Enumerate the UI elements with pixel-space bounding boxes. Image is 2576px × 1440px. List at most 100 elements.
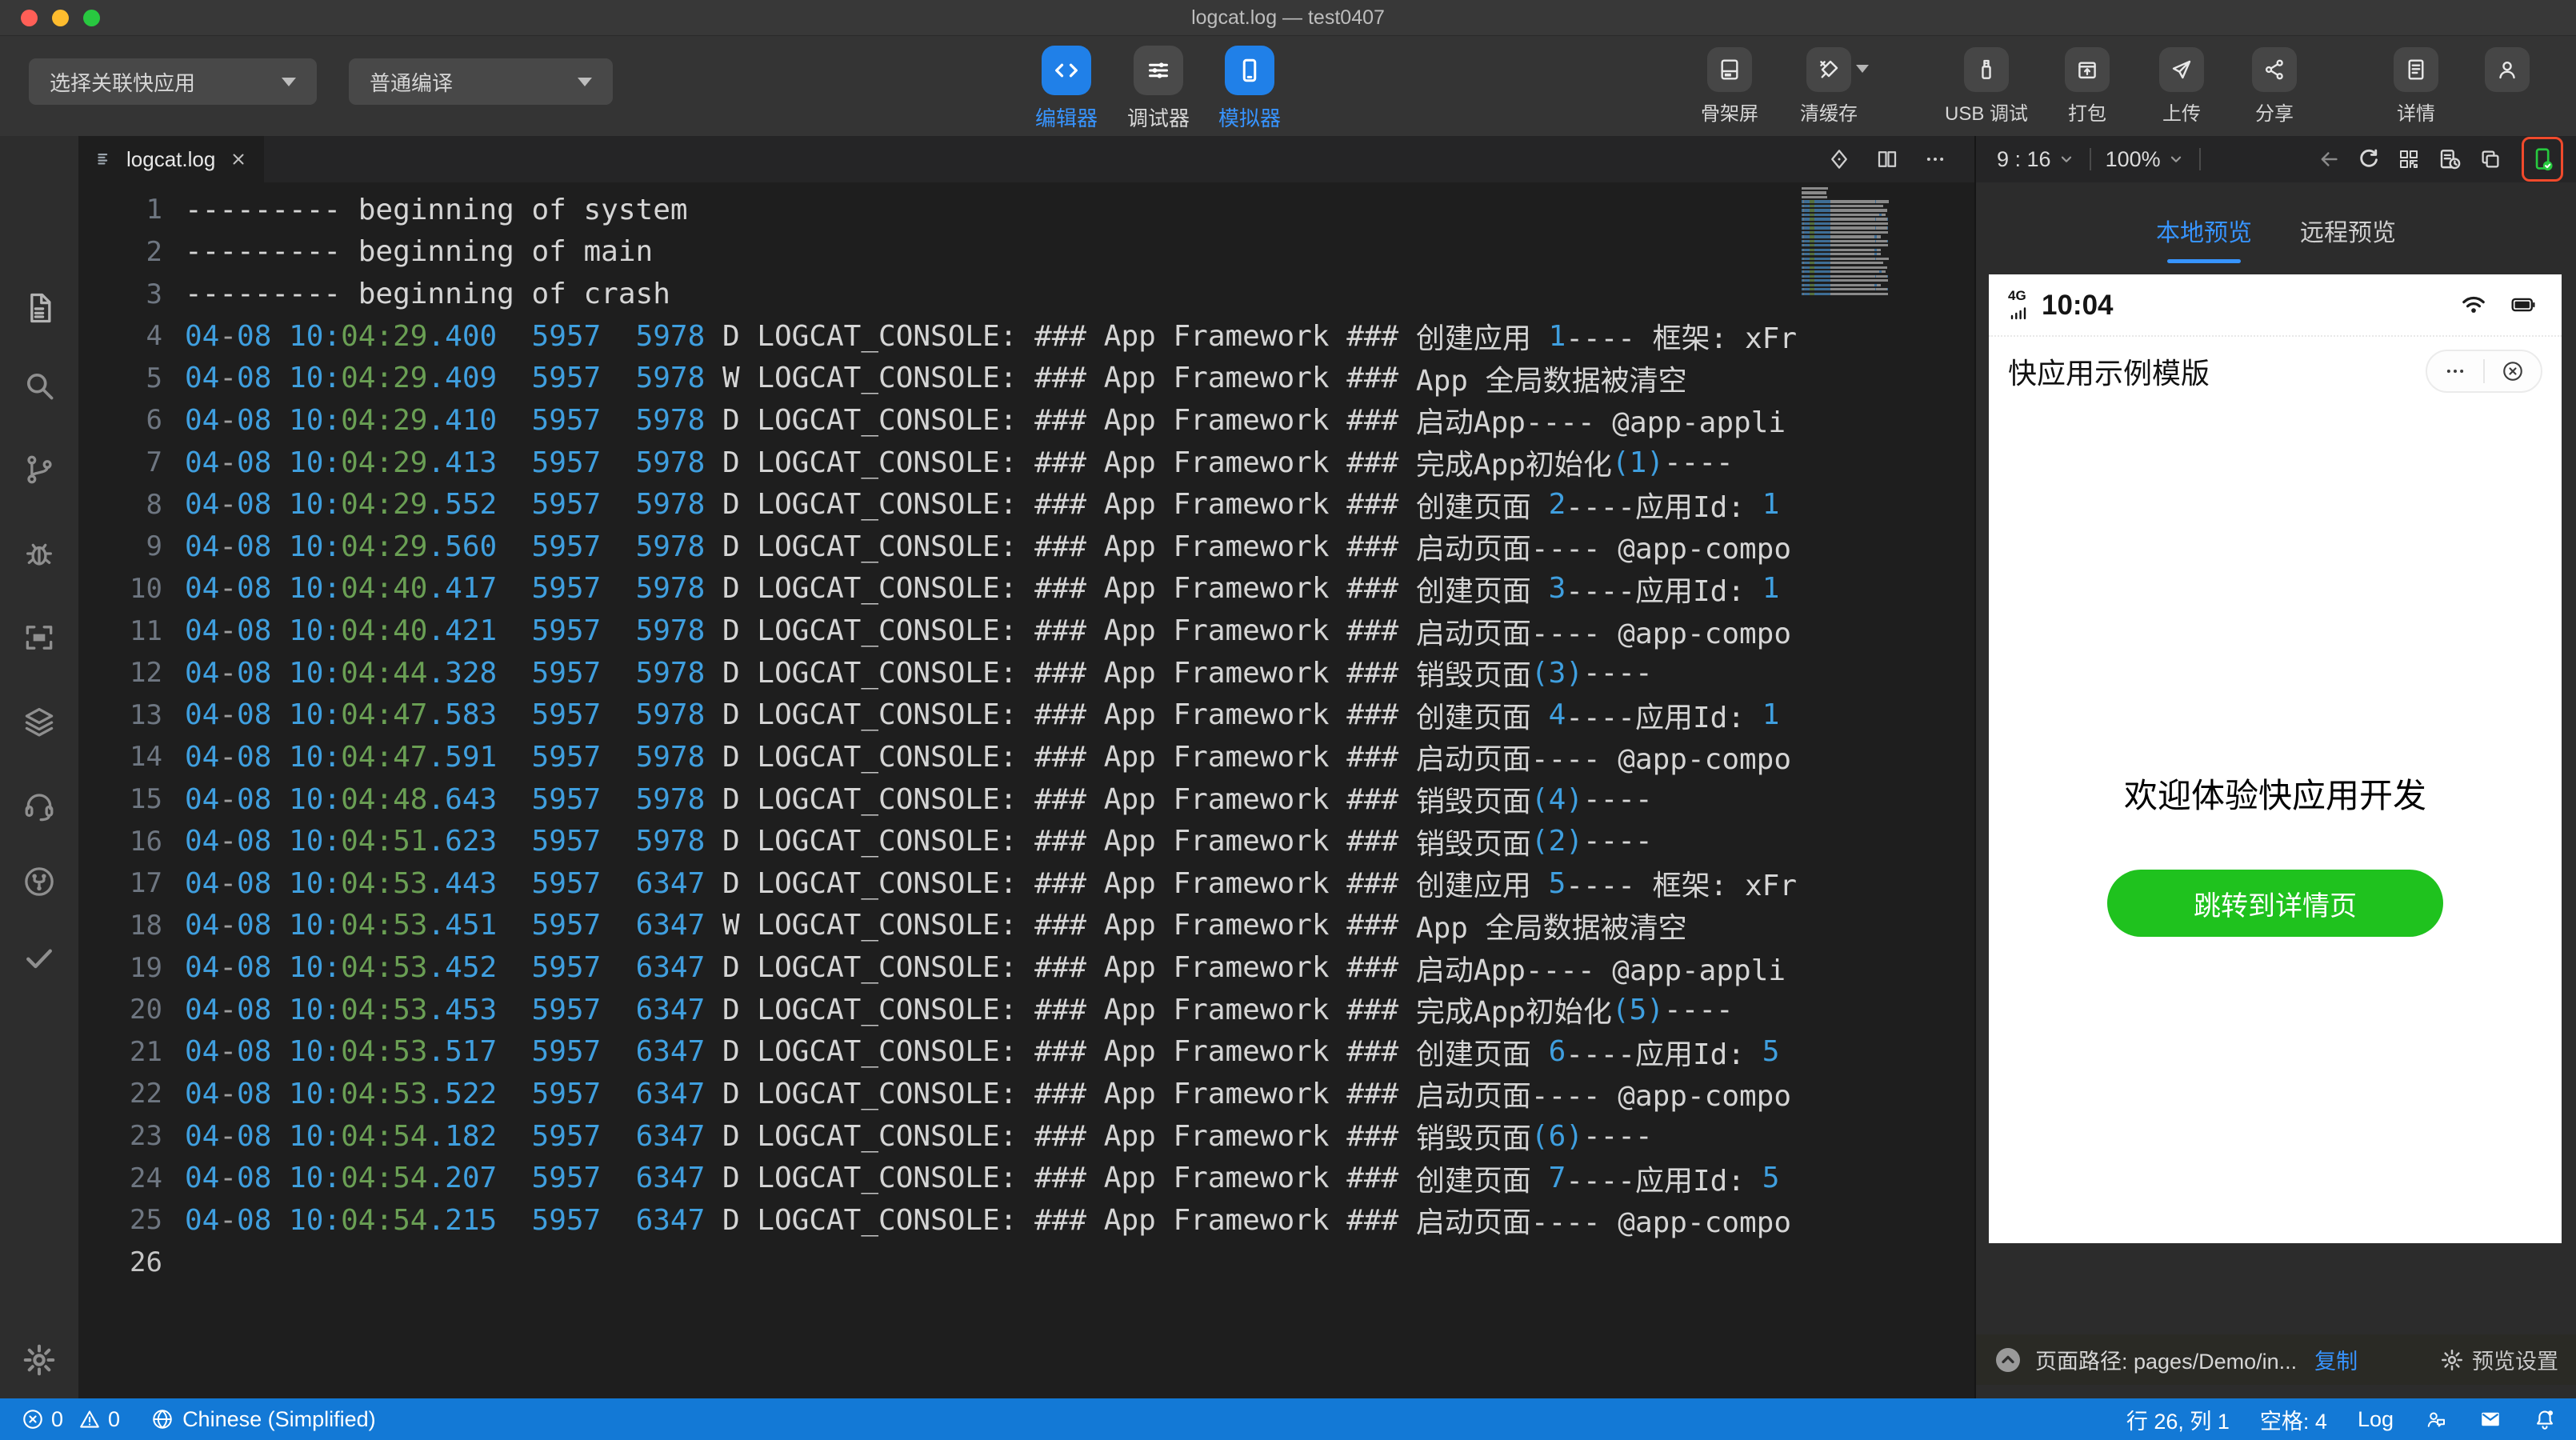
log-line-1[interactable]: 1 --------- beginning of system bbox=[78, 189, 1974, 231]
tab-label: logcat.log bbox=[126, 146, 216, 171]
dropdown-caret-icon bbox=[578, 77, 592, 86]
preview-header-icons bbox=[2317, 137, 2563, 182]
log-line-22[interactable]: 22 04-08 10: 04:53.522 5957 6347 D LOGCAT_… bbox=[78, 1073, 1974, 1115]
battery-icon bbox=[2504, 291, 2542, 318]
minimap-line bbox=[1802, 226, 1974, 230]
welcome-text: 欢迎体验快应用开发 bbox=[2123, 777, 2426, 814]
line-number: 13 bbox=[130, 698, 162, 731]
log-line-8[interactable]: 8 04-08 10: 04:29.552 5957 5978 D LOGCAT_C… bbox=[78, 483, 1974, 526]
mode-editor-button[interactable]: 编辑器 bbox=[1014, 46, 1118, 132]
log-line-2[interactable]: 2 --------- beginning of main bbox=[78, 231, 1974, 274]
expand-path-icon[interactable] bbox=[1994, 1346, 2022, 1374]
spellcheck-language[interactable]: Chinese (Simplified) bbox=[150, 1407, 376, 1432]
activity-bar-item-debug[interactable] bbox=[22, 536, 57, 571]
log-line-10[interactable]: 10 04-08 10: 04:40.417 5957 5978 D LOGCAT_… bbox=[78, 568, 1974, 610]
aspect-ratio-select[interactable]: 9 : 16 bbox=[1997, 147, 2075, 172]
app-close-button[interactable] bbox=[2485, 359, 2541, 383]
refresh-icon[interactable] bbox=[2357, 147, 2381, 171]
more-actions-icon[interactable] bbox=[1923, 147, 1947, 171]
feedback-icon[interactable] bbox=[2424, 1407, 2448, 1431]
mail-icon[interactable] bbox=[2478, 1407, 2502, 1431]
cursor-position[interactable]: 行 26, 列 1 bbox=[2126, 1404, 2230, 1435]
activity-bar-item-screenshot[interactable] bbox=[22, 620, 57, 655]
notifications-icon[interactable] bbox=[2533, 1407, 2557, 1431]
log-line-12[interactable]: 12 04-08 10: 04:44.328 5957 5978 D LOGCAT_… bbox=[78, 652, 1974, 694]
toolbar-action-account[interactable] bbox=[2447, 47, 2567, 92]
log-line-17[interactable]: 17 04-08 10: 04:53.443 5957 6347 D LOGCAT_… bbox=[78, 862, 1974, 905]
activity-bar-item-source-control[interactable] bbox=[22, 452, 57, 487]
ide-window: logcat.log — test0407 选择关联快应用 普通编译 编辑器 调… bbox=[0, 0, 2576, 1440]
compile-mode-label: 普通编译 bbox=[370, 70, 454, 95]
minimap[interactable] bbox=[1802, 182, 1974, 1398]
log-line-9[interactable]: 9 04-08 10: 04:29.560 5957 5978 D LOGCAT_C… bbox=[78, 526, 1974, 568]
mode-simulator-button[interactable]: 模拟器 bbox=[1198, 46, 1302, 132]
log-line-3[interactable]: 3 --------- beginning of crash bbox=[78, 273, 1974, 315]
package-icon bbox=[2074, 57, 2100, 82]
mode-debugger-button[interactable]: 调试器 bbox=[1106, 46, 1210, 132]
split-editor-icon[interactable] bbox=[1875, 147, 1899, 171]
activity-bar-item-support[interactable] bbox=[22, 788, 57, 823]
log-line-11[interactable]: 11 04-08 10: 04:40.421 5957 5978 D LOGCAT_… bbox=[78, 610, 1974, 652]
log-line-13[interactable]: 13 04-08 10: 04:47.583 5957 5978 D LOGCAT_… bbox=[78, 694, 1974, 737]
activity-bar-item-check[interactable] bbox=[22, 940, 57, 975]
copy-path-link[interactable]: 复制 bbox=[2314, 1344, 2358, 1375]
toolbar-action-share[interactable]: 分享 bbox=[2214, 47, 2334, 126]
goto-detail-button[interactable]: 跳转到详情页 bbox=[2107, 870, 2443, 937]
toolbar-action-clear[interactable]: 清缓存 bbox=[1769, 47, 1889, 126]
log-line-21[interactable]: 21 04-08 10: 04:53.517 5957 6347 D LOGCAT_… bbox=[78, 1031, 1974, 1074]
tab-remote-preview[interactable]: 远程预览 bbox=[2300, 213, 2396, 274]
activity-bar-item-share-circle[interactable] bbox=[22, 864, 57, 899]
line-number: 2 bbox=[146, 235, 162, 268]
problems-indicator[interactable]: 0 0 bbox=[21, 1407, 120, 1432]
log-line-23[interactable]: 23 04-08 10: 04:54.182 5957 6347 D LOGCAT_… bbox=[78, 1115, 1974, 1158]
activity-bar-item-layers[interactable] bbox=[22, 704, 57, 739]
wifi-icon bbox=[2458, 291, 2490, 318]
editor-content[interactable]: 1 --------- beginning of system 2 ---------… bbox=[78, 182, 1974, 1398]
preview-settings-button[interactable]: 预览设置 bbox=[2440, 1344, 2558, 1375]
log-line-16[interactable]: 16 04-08 10: 04:51.623 5957 5978 D LOGCAT_… bbox=[78, 820, 1974, 862]
run-preview-icon[interactable] bbox=[1827, 147, 1851, 171]
log-line-20[interactable]: 20 04-08 10: 04:53.453 5957 6347 D LOGCAT_… bbox=[78, 989, 1974, 1031]
activity-bar-item-search[interactable] bbox=[22, 368, 57, 403]
log-line-4[interactable]: 4 04-08 10: 04:29.400 5957 5978 D LOGCAT_C… bbox=[78, 315, 1974, 358]
compile-mode-dropdown[interactable]: 普通编译 bbox=[349, 58, 613, 105]
indentation-setting[interactable]: 空格: 4 bbox=[2260, 1404, 2327, 1435]
clear-icon bbox=[1816, 57, 1842, 82]
zoom-select[interactable]: 100% bbox=[2106, 147, 2185, 172]
language-mode[interactable]: Log bbox=[2358, 1407, 2394, 1432]
copy-icon[interactable] bbox=[2478, 147, 2502, 171]
minimap-line bbox=[1802, 266, 1974, 269]
qr-code-icon[interactable] bbox=[2397, 147, 2421, 171]
line-number: 26 bbox=[130, 1246, 162, 1278]
device-preview-toggle[interactable] bbox=[2522, 137, 2563, 182]
activity-bar-item-explorer[interactable] bbox=[22, 290, 57, 326]
history-clipboard-icon[interactable] bbox=[2437, 146, 2462, 172]
log-line-18[interactable]: 18 04-08 10: 04:53.451 5957 6347 W LOGCAT_… bbox=[78, 905, 1974, 947]
log-line-6[interactable]: 6 04-08 10: 04:29.410 5957 5978 D LOGCAT_C… bbox=[78, 399, 1974, 442]
app-menu-button[interactable] bbox=[2427, 359, 2483, 383]
phone-check-icon bbox=[2530, 146, 2555, 172]
minimap-line bbox=[1802, 253, 1974, 256]
log-line-7[interactable]: 7 04-08 10: 04:29.413 5957 5978 D LOGCAT_C… bbox=[78, 442, 1974, 484]
mode-simulator-label: 模拟器 bbox=[1218, 106, 1281, 130]
tab-logcat-log[interactable]: logcat.log bbox=[78, 136, 264, 182]
log-line-5[interactable]: 5 04-08 10: 04:29.409 5957 5978 W LOGCAT_C… bbox=[78, 358, 1974, 400]
minimap-line bbox=[1802, 200, 1974, 203]
log-line-15[interactable]: 15 04-08 10: 04:48.643 5957 5978 D LOGCAT_… bbox=[78, 778, 1974, 821]
more-icon bbox=[2443, 359, 2467, 383]
phone-status-bar: 4G 10:04 bbox=[1989, 274, 2562, 337]
log-line-14[interactable]: 14 04-08 10: 04:47.591 5957 5978 D LOGCAT_… bbox=[78, 736, 1974, 778]
log-line-24[interactable]: 24 04-08 10: 04:54.207 5957 6347 D LOGCAT_… bbox=[78, 1157, 1974, 1199]
dropdown-caret-icon[interactable] bbox=[1856, 65, 1869, 73]
account-icon bbox=[2494, 57, 2520, 82]
activity-bar-item-settings[interactable] bbox=[22, 1342, 57, 1378]
error-count: 0 bbox=[51, 1406, 64, 1431]
close-tab-icon[interactable] bbox=[229, 150, 248, 169]
log-line-19[interactable]: 19 04-08 10: 04:53.452 5957 6347 D LOGCAT_… bbox=[78, 946, 1974, 989]
minimap-line bbox=[1802, 279, 1974, 282]
tab-local-preview[interactable]: 本地预览 bbox=[2156, 213, 2252, 274]
quick-app-select-dropdown[interactable]: 选择关联快应用 bbox=[29, 58, 317, 105]
log-line-26[interactable]: 26 bbox=[78, 1242, 1974, 1284]
back-icon[interactable] bbox=[2317, 147, 2341, 171]
log-line-25[interactable]: 25 04-08 10: 04:54.215 5957 6347 D LOGCAT_… bbox=[78, 1199, 1974, 1242]
